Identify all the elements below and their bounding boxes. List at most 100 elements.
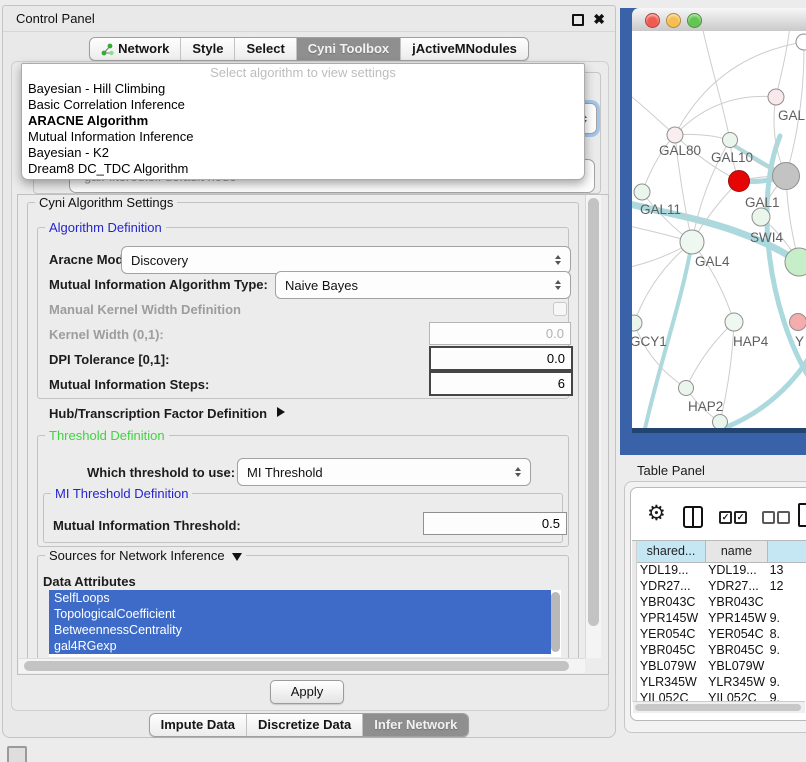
table-cell[interactable]: 9. bbox=[767, 610, 806, 626]
page-icon[interactable] bbox=[798, 503, 806, 527]
attribute-item-gal4rgexp[interactable]: gal4RGexp bbox=[49, 638, 551, 654]
network-node-gal10[interactable] bbox=[723, 133, 738, 148]
hide-columns-icon[interactable] bbox=[762, 511, 775, 524]
zoom-window-icon[interactable] bbox=[687, 13, 702, 28]
expand-right-icon[interactable] bbox=[277, 407, 285, 417]
table-row[interactable]: YLR345WYLR345W9. bbox=[632, 674, 806, 690]
table-cell[interactable]: YDL19... bbox=[637, 562, 705, 578]
table-row[interactable]: YDL19...YDL19...13 bbox=[632, 562, 806, 578]
network-node[interactable] bbox=[729, 171, 750, 192]
table-row[interactable]: YER054CYER054C8. bbox=[632, 626, 806, 642]
apply-button[interactable]: Apply bbox=[270, 680, 344, 704]
tab-jactivemnodules[interactable]: jActiveMNodules bbox=[400, 38, 528, 60]
table-cell[interactable]: YER054C bbox=[637, 626, 705, 642]
which-threshold-select[interactable]: MI Threshold bbox=[237, 458, 531, 486]
table-row[interactable]: YDR27...YDR27...12 bbox=[632, 578, 806, 594]
table-cell[interactable]: YBR043C bbox=[705, 594, 767, 610]
table-scrollbar-thumb[interactable] bbox=[635, 704, 801, 711]
algorithm-option-bayesian-k2[interactable]: Bayesian - K2 bbox=[22, 145, 584, 161]
tab-infer-network[interactable]: Infer Network bbox=[362, 714, 468, 736]
algorithm-option-dream8-dc-tdc-algorithm[interactable]: Dream8 DC_TDC Algorithm bbox=[22, 161, 584, 177]
network-node-swi4[interactable] bbox=[752, 208, 770, 226]
kernel-width-field[interactable]: 0.0 bbox=[429, 322, 571, 345]
network-edge[interactable] bbox=[632, 93, 675, 135]
table-cell[interactable]: YBL079W bbox=[705, 658, 767, 674]
table-row[interactable]: YPR145WYPR145W9. bbox=[632, 610, 806, 626]
network-node-hap4[interactable] bbox=[725, 313, 743, 331]
table-cell[interactable]: YLR345W bbox=[705, 674, 767, 690]
attributes-scrollbar-thumb[interactable] bbox=[551, 592, 560, 652]
table-cell[interactable]: YER054C bbox=[705, 626, 767, 642]
hide-columns-icon[interactable] bbox=[777, 511, 790, 524]
network-node-gal4[interactable] bbox=[680, 230, 704, 254]
table-cell[interactable]: YBL079W bbox=[637, 658, 705, 674]
table-cell[interactable]: YDR27... bbox=[705, 578, 767, 594]
vertical-scrollbar[interactable] bbox=[585, 195, 601, 658]
network-edge[interactable] bbox=[675, 96, 776, 135]
table-cell[interactable]: 13 bbox=[767, 562, 806, 578]
table-cell[interactable]: YPR145W bbox=[705, 610, 767, 626]
mi-threshold-field[interactable]: 0.5 bbox=[423, 512, 567, 535]
column-header-shared[interactable]: shared... bbox=[637, 540, 706, 563]
table-horizontal-scrollbar[interactable] bbox=[633, 701, 805, 713]
table-cell[interactable]: YBR043C bbox=[637, 594, 705, 610]
network-edge[interactable] bbox=[702, 31, 730, 140]
network-node[interactable] bbox=[713, 415, 728, 429]
attribute-item-selfloops[interactable]: SelfLoops bbox=[49, 590, 551, 606]
network-node-gal80[interactable] bbox=[667, 127, 683, 143]
algorithm-option-bayesian-hill-climbing[interactable]: Bayesian - Hill Climbing bbox=[22, 81, 584, 97]
table-cell[interactable]: 12 bbox=[767, 578, 806, 594]
network-node[interactable] bbox=[796, 34, 806, 50]
network-node-gal1[interactable] bbox=[773, 163, 800, 190]
algorithm-option-basic-correlation-inference[interactable]: Basic Correlation Inference bbox=[22, 97, 584, 113]
table-row[interactable]: YBR043CYBR043C bbox=[632, 594, 806, 610]
tab-network[interactable]: Network bbox=[90, 38, 180, 60]
table-row[interactable]: YBR045CYBR045C9. bbox=[632, 642, 806, 658]
table-cell[interactable]: YPR145W bbox=[637, 610, 705, 626]
horizontal-scrollbar[interactable] bbox=[19, 658, 585, 673]
network-canvas[interactable]: GALGAL80GAL10GAL1GAL11SWI4GAL4GCY1HAP4YH… bbox=[632, 31, 806, 428]
table-cell[interactable] bbox=[767, 594, 806, 610]
algorithm-option-aracne-algorithm[interactable]: ARACNE Algorithm bbox=[22, 113, 584, 129]
network-node-hap2[interactable] bbox=[679, 381, 694, 396]
vertical-scrollbar-thumb[interactable] bbox=[588, 198, 599, 626]
network-node-gal11[interactable] bbox=[634, 184, 650, 200]
aracne-mode-select[interactable]: Discovery bbox=[121, 246, 571, 274]
table-cell[interactable]: 8. bbox=[767, 626, 806, 642]
algorithm-option-mutual-information-inference[interactable]: Mutual Information Inference bbox=[22, 129, 584, 145]
table-cell[interactable] bbox=[767, 658, 806, 674]
tab-select[interactable]: Select bbox=[234, 38, 295, 60]
table-cell[interactable]: YLR345W bbox=[637, 674, 705, 690]
mi-steps-field[interactable]: 6 bbox=[429, 371, 573, 396]
network-edge[interactable] bbox=[776, 31, 790, 97]
table-cell[interactable]: YDR27... bbox=[637, 578, 705, 594]
tab-cyni-toolbox[interactable]: Cyni Toolbox bbox=[296, 38, 400, 60]
table-cell[interactable]: YBR045C bbox=[705, 642, 767, 658]
gear-icon[interactable]: ⚙ bbox=[647, 502, 666, 526]
float-window-icon[interactable] bbox=[572, 14, 584, 26]
tab-discretize-data[interactable]: Discretize Data bbox=[246, 714, 362, 736]
horizontal-scrollbar-thumb[interactable] bbox=[24, 661, 569, 671]
attribute-item-betweennesscentrality[interactable]: BetweennessCentrality bbox=[49, 622, 551, 638]
network-window-titlebar[interactable] bbox=[632, 8, 806, 32]
table-row[interactable]: YBL079WYBL079W bbox=[632, 658, 806, 674]
table-cell[interactable]: YDL19... bbox=[705, 562, 767, 578]
tab-impute-data[interactable]: Impute Data bbox=[150, 714, 246, 736]
show-columns-icon[interactable]: ✓ bbox=[719, 511, 732, 524]
mi-type-select[interactable]: Naive Bayes bbox=[275, 271, 571, 299]
column-header-name[interactable]: name bbox=[706, 540, 768, 563]
close-window-icon[interactable] bbox=[645, 13, 660, 28]
column-header-cut[interactable] bbox=[768, 540, 806, 563]
network-node-gal[interactable] bbox=[768, 89, 784, 105]
table-cell[interactable]: 9. bbox=[767, 642, 806, 658]
tab-style[interactable]: Style bbox=[180, 38, 234, 60]
split-columns-icon[interactable] bbox=[683, 506, 703, 528]
minimize-window-icon[interactable] bbox=[666, 13, 681, 28]
attribute-item-topologicalcoefficient[interactable]: TopologicalCoefficient bbox=[49, 606, 551, 622]
network-edge[interactable] bbox=[686, 322, 734, 388]
network-edge[interactable] bbox=[634, 323, 686, 388]
dpi-tolerance-field[interactable]: 0.0 bbox=[429, 346, 573, 371]
table-cell[interactable]: 9. bbox=[767, 674, 806, 690]
network-node-y[interactable] bbox=[790, 314, 806, 331]
collapse-down-icon[interactable] bbox=[232, 553, 242, 561]
